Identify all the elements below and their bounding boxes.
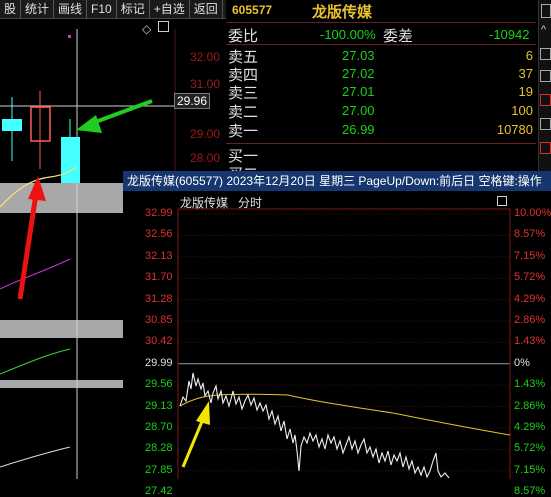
stock-name: 龙版传媒 xyxy=(312,4,373,21)
menu-item[interactable]: F10 xyxy=(87,0,117,18)
ask-label: 卖一 xyxy=(228,123,259,140)
ask-price: 27.01 xyxy=(342,84,375,99)
chevron-up-icon[interactable]: ^ xyxy=(541,24,546,36)
menu-item[interactable]: 统计 xyxy=(21,0,55,18)
ask-volume: 6 xyxy=(525,48,533,63)
percent-tick-right: 4.29% xyxy=(514,421,546,433)
bid-label: 买二 xyxy=(228,163,258,171)
toolbar-icon[interactable] xyxy=(540,70,551,82)
diamond-icon[interactable]: ◇ xyxy=(142,22,151,36)
percent-tick-right: 8.57% xyxy=(514,228,546,241)
marker-dot xyxy=(68,35,71,38)
menu-item[interactable]: 返回 xyxy=(190,0,223,18)
price-tick: 28.00 xyxy=(190,151,221,165)
percent-tick-right: 7.15% xyxy=(514,463,546,476)
green-arrow xyxy=(89,99,153,126)
weibi-label: 委比 xyxy=(228,28,259,45)
price-tick: 29.00 xyxy=(190,127,221,141)
menu-item[interactable]: +自选 xyxy=(150,0,190,18)
percent-tick-right: 2.86% xyxy=(514,399,546,412)
ask-price: 26.99 xyxy=(342,122,375,137)
ask-volume: 19 xyxy=(518,84,533,99)
percent-tick-right: 0% xyxy=(514,356,530,369)
price-tick-left: 32.56 xyxy=(145,228,173,241)
toolbar-icon[interactable] xyxy=(540,118,551,130)
percent-tick-right: 2.86% xyxy=(514,314,546,326)
price-tick-left: 27.85 xyxy=(145,463,173,476)
average-price-line xyxy=(179,393,511,436)
right-toolbar: ^ xyxy=(538,0,551,171)
percent-tick-right: 5.72% xyxy=(514,271,546,284)
percent-tick-right: 4.29% xyxy=(514,292,546,305)
price-tick: 32.00 xyxy=(190,50,221,64)
yellow-arrow-head xyxy=(196,401,210,425)
stock-code: 605577 xyxy=(232,3,273,17)
ask-label: 卖三 xyxy=(228,85,259,102)
indicator-line xyxy=(0,258,71,290)
ask-price: 27.00 xyxy=(342,103,375,118)
candle-body xyxy=(2,119,22,131)
toolbar-icon[interactable] xyxy=(540,48,551,60)
yellow-arrow xyxy=(181,418,205,468)
ask-price: 27.02 xyxy=(342,66,375,81)
crosshair-price-label: 29.96 xyxy=(174,93,211,109)
gray-band xyxy=(0,380,123,388)
price-tick-left: 28.70 xyxy=(145,421,173,433)
green-arrow-head xyxy=(76,115,102,133)
window-title-text: 龙版传媒(605577) 2023年12月20日 星期三 PageUp/Down… xyxy=(127,174,542,188)
percent-tick-right: 7.15% xyxy=(514,249,546,262)
intraday-chart[interactable] xyxy=(123,191,551,479)
price-tick-left: 29.13 xyxy=(145,399,173,412)
price-tick-left: 29.99 xyxy=(145,356,173,369)
gray-band xyxy=(0,183,123,213)
weicha-label: 委差 xyxy=(383,28,414,45)
ask-label: 卖二 xyxy=(228,104,259,121)
menu-item[interactable]: 股 xyxy=(0,0,22,18)
ask-volume: 37 xyxy=(518,66,533,81)
toolbar-icon[interactable] xyxy=(541,4,551,18)
gray-band xyxy=(0,320,123,338)
toolbar-icon[interactable] xyxy=(540,94,551,106)
ask-volume: 100 xyxy=(511,103,533,118)
price-tick: 31.00 xyxy=(190,77,221,91)
price-tick-left: 32.99 xyxy=(145,207,173,219)
price-tick-left: 27.42 xyxy=(145,485,173,497)
price-tick-left: 28.28 xyxy=(145,442,173,455)
candle-body xyxy=(61,137,80,183)
price-tick-left: 30.85 xyxy=(145,314,173,326)
percent-tick-right: 5.72% xyxy=(514,442,546,455)
indicator-line xyxy=(0,348,71,375)
percent-tick-right: 8.57% xyxy=(514,485,546,497)
ask-price: 27.03 xyxy=(342,48,375,63)
menu-item[interactable]: 标记 xyxy=(117,0,150,18)
intraday-window-title[interactable]: 龙版传媒(605577) 2023年12月20日 星期三 PageUp/Down… xyxy=(123,171,551,191)
menu-bar: 股统计 画线 F10 标记 +自选 返回 xyxy=(0,0,226,19)
weicha-value: -10942 xyxy=(489,27,530,42)
price-tick-left: 31.28 xyxy=(145,292,173,305)
price-tick-left: 32.13 xyxy=(145,249,173,262)
percent-tick-right: 1.43% xyxy=(514,378,546,391)
indicator-line xyxy=(0,446,71,468)
weibi-value: -100.00% xyxy=(320,27,376,42)
ask-volume: 10780 xyxy=(496,122,533,137)
price-tick-left: 30.42 xyxy=(145,335,173,348)
price-tick-left: 31.70 xyxy=(145,271,173,284)
percent-tick-right: 1.43% xyxy=(514,335,546,348)
window-icon[interactable] xyxy=(158,21,169,32)
percent-tick-right: 10.00% xyxy=(514,207,551,219)
price-tick-left: 29.56 xyxy=(145,378,173,391)
menu-item[interactable]: 画线 xyxy=(54,0,88,18)
price-line xyxy=(179,372,450,479)
toolbar-icon[interactable] xyxy=(540,142,551,154)
